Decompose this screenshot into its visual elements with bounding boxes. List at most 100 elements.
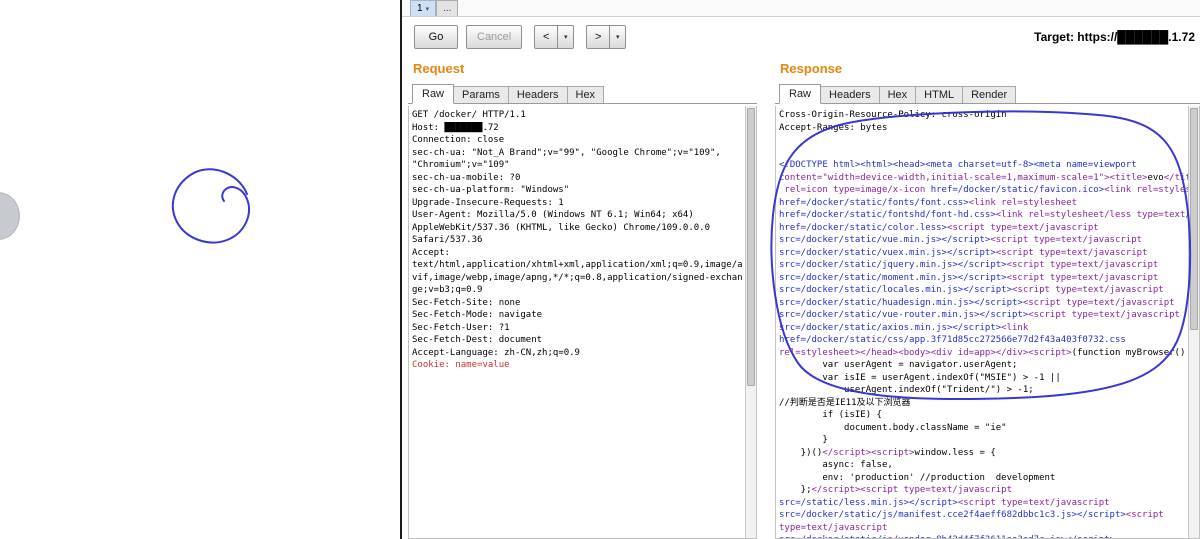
code-line: AppleWebKit/537.36 (KHTML, like Gecko) C… <box>412 222 711 233</box>
code-line: sec-ch-ua-platform: "Windows" <box>412 185 570 195</box>
redaction-box: ██████ <box>1117 30 1169 44</box>
code-line: src=/docker/static/jquery.min.js></scrip… <box>779 260 1159 270</box>
code-line: async: false, <box>779 460 893 470</box>
code-line: src=/docker/static/vue.min.js></script><… <box>779 235 1143 245</box>
code-line: vif,image/webp,image/apng,*/*;q=0.8,appl… <box>412 272 743 283</box>
request-scrollbar[interactable] <box>745 106 756 538</box>
code-line: "Chromium";v="109" <box>412 160 510 170</box>
code-line: text/html,application/xhtml+xml,applicat… <box>412 260 743 270</box>
code-line: src=/docker/static/huadesign.min.js></sc… <box>779 297 1175 308</box>
code-line: href=/docker/static/fontshd/font-hd.css>… <box>779 210 1188 220</box>
code-line: src=/docker/static/locales.min.js></scri… <box>779 285 1164 295</box>
code-line: Sec-Fetch-Site: none <box>412 297 521 308</box>
response-panel-title: Response <box>780 61 843 76</box>
code-line: src=/docker/static/js/manifest.cce2f4aef… <box>779 510 1164 520</box>
request-panel-title: Request <box>413 61 465 76</box>
code-line: rel=stylesheet></head><body><div id=app>… <box>779 347 1188 358</box>
go-button[interactable]: Go <box>414 25 458 49</box>
code-line: src=/docker/static/js/vendor.8b42d4f7f36… <box>779 534 1188 538</box>
code-line: Accept: <box>412 247 450 258</box>
request-editor[interactable]: GET /docker/ HTTP/1.1 Host: ███████.72 Con… <box>408 106 757 539</box>
repeater-tab-1[interactable]: 1 ▾ <box>410 0 437 16</box>
repeater-tab-bar: 1 ▾ ... <box>402 0 1200 17</box>
request-scrollbar-thumb[interactable] <box>747 108 755 386</box>
response-editor-text[interactable]: Cross-Origin-Resource-Policy: cross-orig… <box>776 106 1188 538</box>
request-editor-text[interactable]: GET /docker/ HTTP/1.1 Host: ███████.72 Con… <box>409 106 745 538</box>
request-panel: Request Raw Params Headers Hex GET /dock… <box>408 58 757 539</box>
code-line: };</script><script type=text/javascript <box>779 485 1012 495</box>
code-line: Cookie: name=value <box>412 360 510 370</box>
code-line: src=/docker/static/axios.min.js></script… <box>779 322 1029 333</box>
response-scrollbar-thumb[interactable] <box>1190 108 1198 330</box>
code-line: Sec-Fetch-Mode: navigate <box>412 310 543 320</box>
history-back-dropdown[interactable]: ▾ <box>558 25 575 49</box>
target-url-prefix: Target: https:// <box>1034 30 1118 44</box>
code-line: } <box>779 435 828 445</box>
history-back-button[interactable]: < <box>534 25 559 49</box>
code-line: Cross-Origin-Resource-Policy: cross-orig… <box>779 110 1007 120</box>
code-line: src=/static/less.min.js></script><script… <box>779 497 1110 508</box>
code-line: userAgent.indexOf("Trident/") > -1; <box>779 385 1034 395</box>
code-line: src=/docker/static/vue-router.min.js></s… <box>779 310 1180 320</box>
target-label: Target: https://██████.1.72 <box>1034 30 1200 44</box>
response-scrollbar[interactable] <box>1188 106 1199 538</box>
chevron-down-icon: ▾ <box>425 5 430 13</box>
code-line: var isIE = userAgent.indexOf("MSIE") > -… <box>779 372 1061 383</box>
code-line: var userAgent = navigator.userAgent; <box>779 360 1018 370</box>
code-line: href=/docker/static/color.less><script t… <box>779 222 1099 233</box>
request-tab-hex[interactable]: Hex <box>566 86 605 103</box>
code-line: Accept-Ranges: bytes <box>779 122 888 133</box>
code-line: })()</script><script>window.less = { <box>779 447 996 458</box>
response-tab-html[interactable]: HTML <box>915 86 964 103</box>
code-line: //判断是否是IE11及以下浏览器 <box>779 397 911 408</box>
code-line: User-Agent: Mozilla/5.0 (Windows NT 6.1;… <box>412 210 694 220</box>
repeater-tab-more-label: ... <box>443 3 452 14</box>
code-line: Upgrade-Insecure-Requests: 1 <box>412 197 564 208</box>
code-line: env: 'production' //production developme… <box>779 472 1056 483</box>
code-line: if (isIE) { <box>779 410 882 420</box>
response-tabs: Raw Headers Hex HTML Render <box>775 83 1200 104</box>
code-line: rel=icon type=image/x-icon href=/docker/… <box>779 185 1188 195</box>
response-tab-render[interactable]: Render <box>962 86 1017 103</box>
code-line: sec-ch-ua-mobile: ?0 <box>412 172 521 183</box>
code-line: Sec-Fetch-Dest: document <box>412 335 543 345</box>
history-forward-group: > ▾ <box>586 25 627 49</box>
request-tabs: Raw Params Headers Hex <box>408 83 757 104</box>
code-line: href=/docker/static/css/app.3f71d85cc272… <box>779 335 1126 345</box>
response-tab-headers[interactable]: Headers <box>820 86 880 103</box>
response-editor[interactable]: Cross-Origin-Resource-Policy: cross-orig… <box>775 106 1200 539</box>
cancel-button[interactable]: Cancel <box>466 25 523 49</box>
code-line: src=/docker/static/vuex.min.js></script>… <box>779 247 1148 258</box>
code-line: Accept-Language: zh-CN,zh;q=0.9 <box>412 347 580 358</box>
history-back-group: < ▾ <box>534 25 575 49</box>
toolbar: Go Cancel < ▾ > ▾ Target: https://██████… <box>402 17 1200 57</box>
collapsed-panel-handle[interactable] <box>0 192 20 240</box>
code-line: type=text/javascript <box>779 522 888 533</box>
code-line: Host: ███████.72 <box>412 122 499 133</box>
code-line: Sec-Fetch-User: ?1 <box>412 322 510 333</box>
history-forward-dropdown[interactable]: ▾ <box>610 25 627 49</box>
response-tab-raw[interactable]: Raw <box>779 84 822 104</box>
request-tab-headers[interactable]: Headers <box>507 86 568 103</box>
left-canvas <box>0 0 400 539</box>
history-forward-button[interactable]: > <box>586 25 611 49</box>
repeater-window: 1 ▾ ... Go Cancel < ▾ > ▾ Target: https:… <box>402 0 1200 539</box>
request-tab-raw[interactable]: Raw <box>412 84 455 104</box>
code-line: document.body.className = "ie" <box>779 422 1007 433</box>
code-line: Safari/537.36 <box>412 235 483 245</box>
code-line: src=/docker/static/moment.min.js></scrip… <box>779 272 1159 283</box>
response-panel: Response Raw Headers Hex HTML Render Cro… <box>775 58 1200 539</box>
code-line: ge;v=b3;q=0.9 <box>412 285 483 295</box>
code-line: href=/docker/static/fonts/font.css><link… <box>779 197 1078 208</box>
target-url-suffix: .1.72 <box>1168 30 1195 44</box>
code-line: GET /docker/ HTTP/1.1 <box>412 110 526 120</box>
code-line: Connection: close <box>412 135 505 145</box>
code-line: <!DOCTYPE html><html><head><meta charset… <box>779 160 1137 170</box>
repeater-tab-more[interactable]: ... <box>436 0 459 16</box>
request-tab-params[interactable]: Params <box>453 86 509 103</box>
code-line: sec-ch-ua: "Not_A Brand";v="99", "Google… <box>412 147 721 158</box>
code-line: content="width=device-width,initial-scal… <box>779 172 1188 183</box>
response-tab-hex[interactable]: Hex <box>878 86 917 103</box>
